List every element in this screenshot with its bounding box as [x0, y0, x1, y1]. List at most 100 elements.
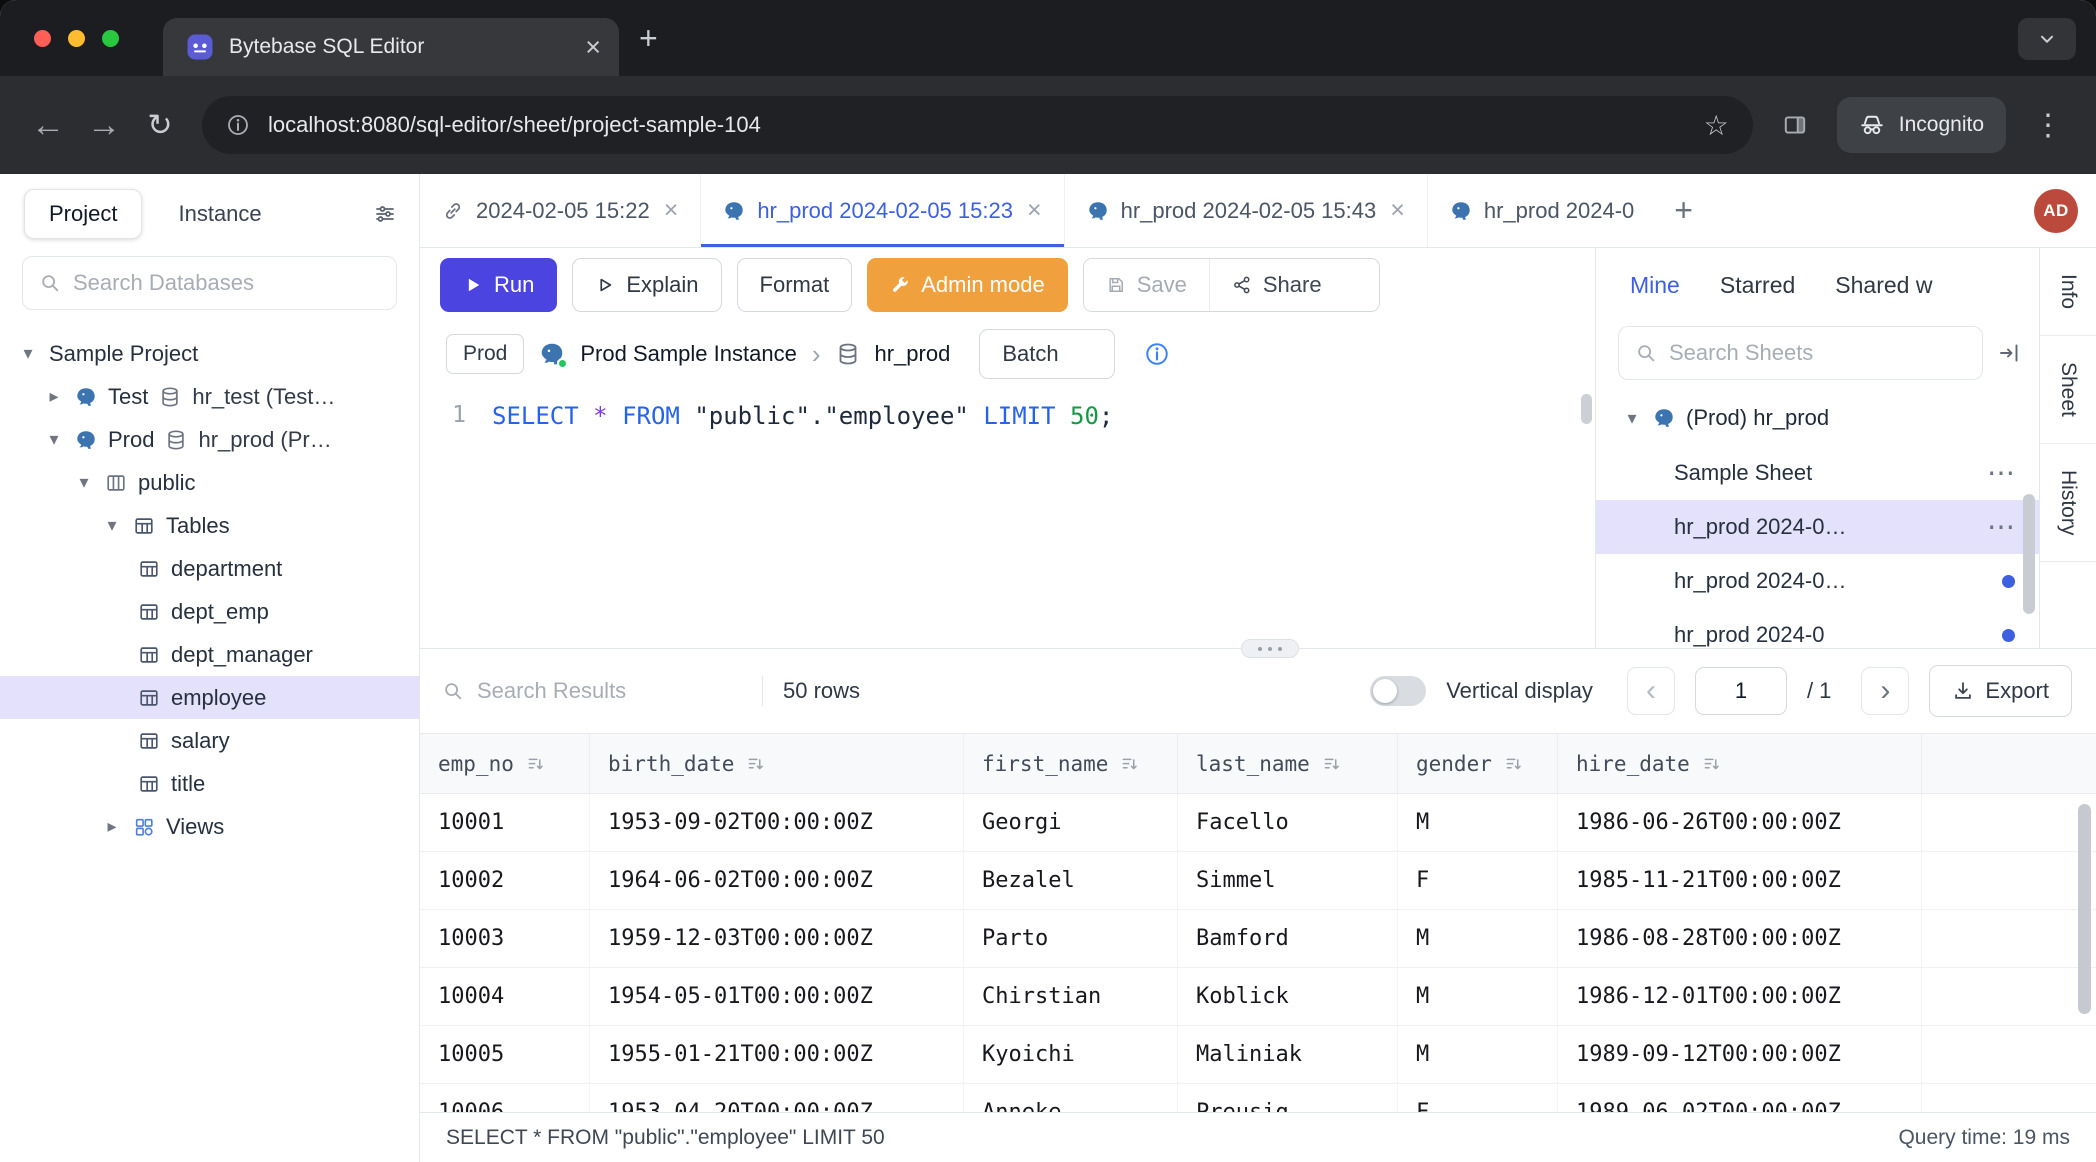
sql-editor[interactable]: 1 SELECT * FROM "public"."employee" LIMI… — [420, 386, 1595, 648]
column-header-first_name[interactable]: first_name — [964, 734, 1178, 793]
tree-item-schema-public[interactable]: ▾ public — [0, 461, 419, 504]
result-cell[interactable]: Kyoichi — [964, 1026, 1178, 1083]
result-cell[interactable]: 1985-11-21T00:00:00Z — [1558, 852, 1922, 909]
sort-icon[interactable] — [1322, 754, 1342, 774]
new-sheet-button[interactable]: + — [1656, 174, 1711, 247]
tree-item-env-test[interactable]: ▸ Test hr_test (Test… — [0, 375, 419, 418]
sql-statement[interactable]: SELECT * FROM "public"."employee" LIMIT … — [492, 402, 1113, 430]
tree-settings-button[interactable] — [373, 202, 397, 226]
search-databases-input[interactable] — [73, 270, 380, 296]
browser-menu-button[interactable]: ⋮ — [2020, 97, 2076, 153]
result-cell[interactable]: 10002 — [420, 852, 590, 909]
back-button[interactable]: ← — [20, 97, 76, 153]
result-row-2[interactable]: 100031959-12-03T00:00:00ZPartoBamfordM19… — [420, 910, 2096, 968]
result-cell[interactable]: 10005 — [420, 1026, 590, 1083]
collapse-panel-icon[interactable] — [1997, 341, 2021, 365]
tree-item-table-salary[interactable]: salary — [0, 719, 419, 762]
result-row-0[interactable]: 100011953-09-02T00:00:00ZGeorgiFacelloM1… — [420, 794, 2096, 852]
explain-button[interactable]: Explain — [572, 258, 721, 312]
sheet-list-item-2[interactable]: hr_prod 2024-0… — [1596, 554, 2039, 608]
close-tab-icon[interactable]: × — [1390, 196, 1405, 225]
resize-handle[interactable] — [1241, 639, 1299, 658]
chevron-down-icon[interactable]: ▾ — [1622, 408, 1642, 429]
avatar[interactable]: AD — [2034, 189, 2078, 233]
sheet-tab-3[interactable]: hr_prod 2024-0 — [1428, 174, 1656, 247]
result-cell[interactable]: 1953-04-20T00:00:00Z — [590, 1084, 964, 1112]
sheets-scrollbar[interactable] — [2023, 494, 2035, 614]
result-cell[interactable]: Georgi — [964, 794, 1178, 851]
sort-icon[interactable] — [526, 754, 546, 774]
result-cell[interactable]: 1964-06-02T00:00:00Z — [590, 852, 964, 909]
column-header-last_name[interactable]: last_name — [1178, 734, 1398, 793]
result-cell[interactable]: M — [1398, 910, 1558, 967]
result-cell[interactable]: F — [1398, 1084, 1558, 1112]
minimize-window-button[interactable] — [68, 30, 85, 47]
result-cell[interactable]: Koblick — [1178, 968, 1398, 1025]
result-row-3[interactable]: 100041954-05-01T00:00:00ZChirstianKoblic… — [420, 968, 2096, 1026]
result-cell[interactable]: M — [1398, 1026, 1558, 1083]
close-tab-icon[interactable]: × — [585, 34, 601, 61]
result-cell[interactable]: Parto — [964, 910, 1178, 967]
format-button[interactable]: Format — [737, 258, 853, 312]
result-cell[interactable]: Maliniak — [1178, 1026, 1398, 1083]
more-menu-icon[interactable]: ⋯ — [1975, 459, 2015, 487]
sheets-tab-mine[interactable]: Mine — [1630, 272, 1680, 299]
result-cell[interactable]: 1986-08-28T00:00:00Z — [1558, 910, 1922, 967]
result-row-5[interactable]: 100061953-04-20T00:00:00ZAnnekePreusigF1… — [420, 1084, 2096, 1112]
result-cell[interactable]: 10004 — [420, 968, 590, 1025]
tree-item-project[interactable]: ▾ Sample Project — [0, 332, 419, 375]
close-window-button[interactable] — [34, 30, 51, 47]
vertical-display-toggle[interactable] — [1370, 676, 1426, 706]
result-cell[interactable]: Bezalel — [964, 852, 1178, 909]
reload-button[interactable]: ↻ — [132, 97, 188, 153]
result-cell[interactable]: 1989-09-12T00:00:00Z — [1558, 1026, 1922, 1083]
result-cell[interactable]: 10003 — [420, 910, 590, 967]
sheet-tab-0[interactable]: 2024-02-05 15:22× — [420, 174, 701, 247]
column-header-emp_no[interactable]: emp_no — [420, 734, 590, 793]
result-cell[interactable]: Simmel — [1178, 852, 1398, 909]
export-button[interactable]: Export — [1929, 665, 2072, 717]
forward-button[interactable]: → — [76, 97, 132, 153]
result-cell[interactable]: 1954-05-01T00:00:00Z — [590, 968, 964, 1025]
result-cell[interactable]: 1989-06-02T00:00:00Z — [1558, 1084, 1922, 1112]
result-cell[interactable]: 1955-01-21T00:00:00Z — [590, 1026, 964, 1083]
sheet-tab-2[interactable]: hr_prod 2024-02-05 15:43× — [1065, 174, 1428, 247]
tree-item-env-prod[interactable]: ▾ Prod hr_prod (Pr… — [0, 418, 419, 461]
editor-scrollbar[interactable] — [1581, 394, 1592, 424]
result-cell[interactable]: M — [1398, 968, 1558, 1025]
chevron-down-icon[interactable]: ▾ — [18, 343, 38, 364]
result-cell[interactable]: M — [1398, 794, 1558, 851]
bookmark-star-icon[interactable]: ☆ — [1704, 109, 1729, 142]
results-scrollbar[interactable] — [2078, 804, 2091, 1014]
side-tab-info[interactable]: Info — [2040, 248, 2096, 336]
result-cell[interactable]: 10001 — [420, 794, 590, 851]
batch-button[interactable]: Batch — [979, 329, 1114, 379]
close-tab-icon[interactable]: × — [1027, 196, 1042, 225]
sheet-tab-1[interactable]: hr_prod 2024-02-05 15:23× — [701, 174, 1064, 247]
sheet-list-item-0[interactable]: Sample Sheet⋯ — [1596, 446, 2039, 500]
next-page-button[interactable]: › — [1861, 667, 1909, 715]
tree-item-table-employee[interactable]: employee — [0, 676, 419, 719]
tree-item-tables[interactable]: ▾ Tables — [0, 504, 419, 547]
prev-page-button[interactable]: ‹ — [1627, 667, 1675, 715]
url-text[interactable]: localhost:8080/sql-editor/sheet/project-… — [268, 112, 1686, 138]
chevron-down-icon[interactable]: ▾ — [74, 472, 94, 493]
search-results-input[interactable] — [477, 678, 742, 704]
site-info-icon[interactable] — [226, 113, 250, 137]
admin-mode-button[interactable]: Admin mode — [867, 258, 1068, 312]
tree-item-views[interactable]: ▸ Views — [0, 805, 419, 848]
sort-icon[interactable] — [1702, 754, 1722, 774]
browser-tab[interactable]: Bytebase SQL Editor × — [163, 18, 619, 76]
more-menu-icon[interactable]: ⋯ — [1975, 513, 2015, 541]
result-cell[interactable]: 1953-09-02T00:00:00Z — [590, 794, 964, 851]
result-row-4[interactable]: 100051955-01-21T00:00:00ZKyoichiMaliniak… — [420, 1026, 2096, 1084]
result-cell[interactable]: Bamford — [1178, 910, 1398, 967]
tab-search-button[interactable] — [2018, 18, 2076, 60]
share-button[interactable]: Share — [1209, 259, 1379, 311]
result-cell[interactable]: Facello — [1178, 794, 1398, 851]
chevron-down-icon[interactable]: ▾ — [44, 429, 64, 450]
search-sheets-input[interactable] — [1669, 340, 1966, 366]
run-button[interactable]: Run — [440, 258, 557, 312]
sheets-tab-starred[interactable]: Starred — [1720, 272, 1795, 299]
database-name[interactable]: hr_prod — [875, 341, 951, 367]
